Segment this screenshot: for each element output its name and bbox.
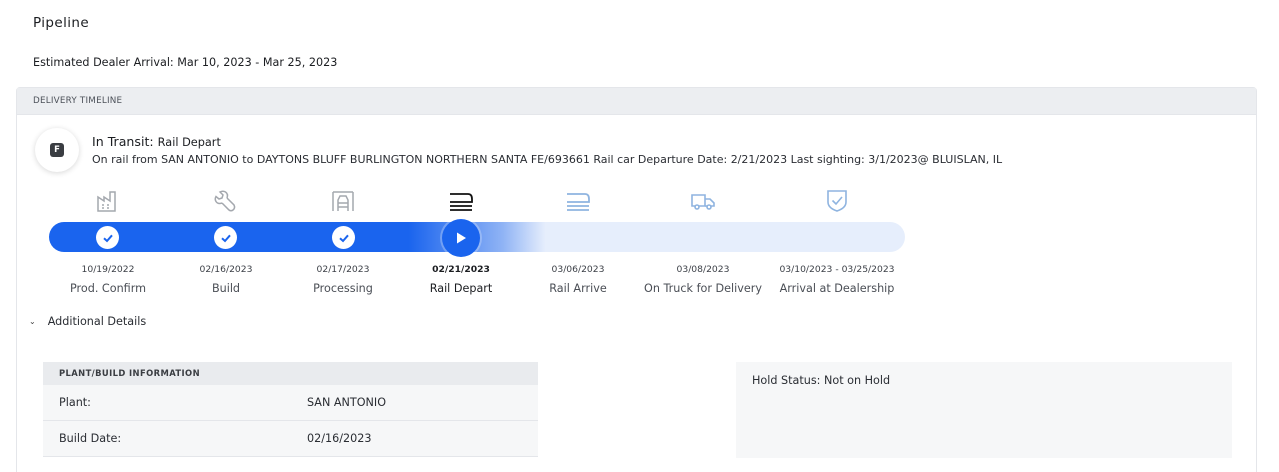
step-label-on-truck: On Truck for Delivery xyxy=(644,282,762,295)
status-title: In Transit: Rail Depart xyxy=(92,134,221,149)
shield-check-icon xyxy=(824,188,850,214)
garage-icon xyxy=(330,188,356,214)
table-row: Plant: SAN ANTONIO xyxy=(43,385,538,421)
delivery-timeline-header: DELIVERY TIMELINE xyxy=(17,88,1256,115)
status-label: In Transit: xyxy=(92,134,158,149)
page-title: Pipeline xyxy=(33,15,90,31)
step-date: 03/08/2023 xyxy=(676,264,730,275)
factory-icon xyxy=(95,188,121,214)
delivery-timeline-card: DELIVERY TIMELINE F In Transit: Rail Dep… xyxy=(16,87,1257,472)
brand-badge: F xyxy=(35,128,79,172)
rail-car-icon xyxy=(565,188,591,214)
estimated-dealer-arrival: Estimated Dealer Arrival: Mar 10, 2023 -… xyxy=(33,56,338,69)
table-row: Build Date: 02/16/2023 xyxy=(43,421,538,457)
additional-details-label: Additional Details xyxy=(47,315,147,328)
step-complete-check-icon xyxy=(332,226,355,249)
step-current-play-icon xyxy=(442,219,480,257)
build-date-value: 02/16/2023 xyxy=(307,432,372,445)
plant-build-header: PLANT/BUILD INFORMATION xyxy=(43,362,538,385)
step-complete-check-icon xyxy=(96,226,119,249)
hold-status-text: Hold Status: Not on Hold xyxy=(752,374,891,387)
wrench-icon xyxy=(212,188,238,214)
status-value: Rail Depart xyxy=(157,136,221,149)
truck-icon xyxy=(690,188,716,214)
step-date: 03/10/2023 - 03/25/2023 xyxy=(779,264,895,275)
chevron-down-icon: ⌄ xyxy=(29,317,36,326)
build-date-key: Build Date: xyxy=(59,432,122,445)
hold-status-panel: Hold Status: Not on Hold xyxy=(736,362,1232,458)
rail-car-icon xyxy=(448,188,474,214)
step-label-arrival: Arrival at Dealership xyxy=(779,282,895,295)
plant-value: SAN ANTONIO xyxy=(307,396,387,409)
brand-badge-letter: F xyxy=(50,143,64,157)
step-complete-check-icon xyxy=(214,226,237,249)
status-description: On rail from SAN ANTONIO to DAYTONS BLUF… xyxy=(92,153,1003,166)
plant-key: Plant: xyxy=(59,396,91,409)
plant-build-table: PLANT/BUILD INFORMATION Plant: SAN ANTON… xyxy=(43,362,538,457)
additional-details-toggle[interactable]: ⌄ Additional Details xyxy=(29,315,146,328)
